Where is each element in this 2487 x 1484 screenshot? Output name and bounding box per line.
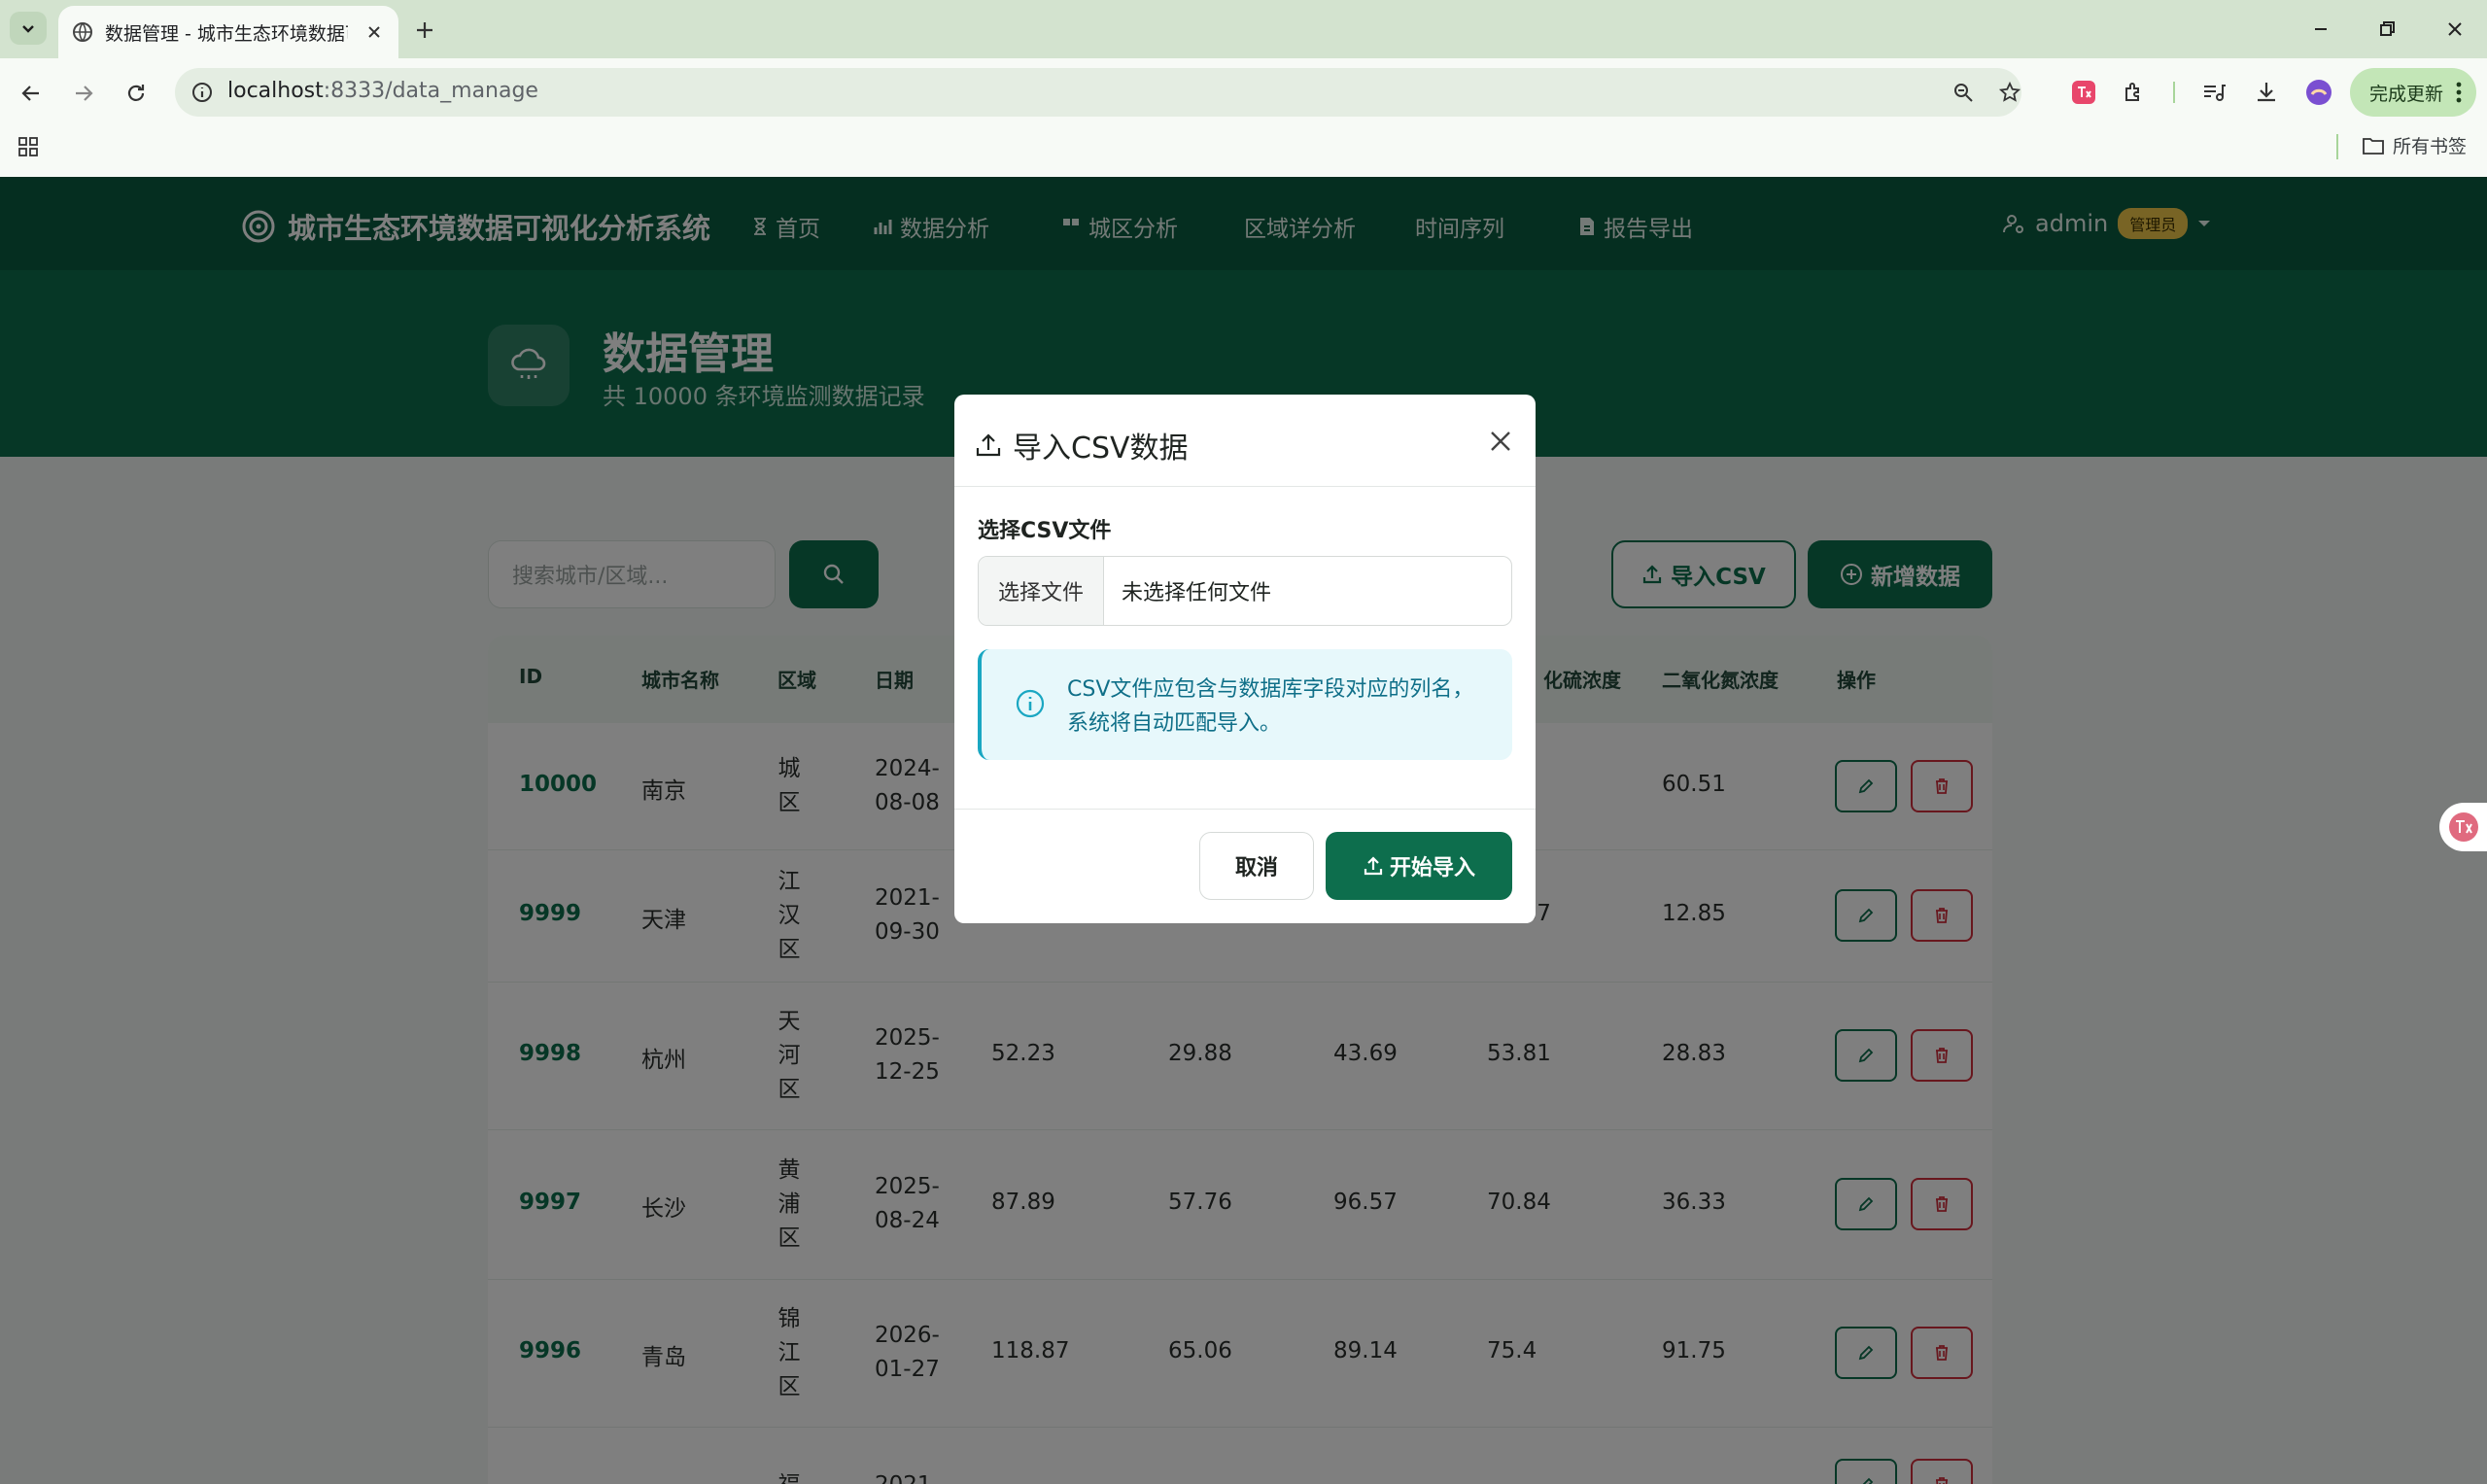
back-button[interactable]: [12, 74, 51, 113]
url-host: localhost: [227, 79, 324, 103]
chevron-down-icon: [22, 25, 34, 33]
apps-grid-icon[interactable]: [14, 132, 43, 161]
more-vert-icon: [2456, 82, 2462, 103]
import-csv-modal: 导入CSV数据 选择CSV文件 选择文件 未选择任何文件 CSV文件应包含与数据…: [954, 395, 1536, 923]
tab-title: 数据管理 - 城市生态环境数据可: [105, 22, 348, 45]
globe-icon: [73, 22, 92, 42]
profile-avatar[interactable]: [2299, 72, 2338, 113]
reload-icon: [127, 85, 145, 101]
minimize-icon: [2315, 28, 2327, 30]
zoom-icon[interactable]: [1944, 72, 1983, 113]
restore-icon: [2380, 21, 2395, 36]
extensions-puzzle-icon[interactable]: [2115, 72, 2154, 113]
folder-icon: [2363, 137, 2384, 155]
modal-close-button[interactable]: [1485, 426, 1516, 457]
info-alert-text: CSV文件应包含与数据库字段对应的列名， 系统将自动匹配导入。: [1067, 673, 1495, 741]
new-tab-button[interactable]: [408, 16, 441, 45]
choose-file-button[interactable]: 选择文件: [979, 557, 1105, 625]
modal-title: 导入CSV数据: [974, 424, 1189, 466]
upload-icon: [1364, 856, 1383, 876]
all-bookmarks-label: 所有书签: [2393, 136, 2468, 157]
plus-icon: [417, 22, 432, 38]
info-icon: [1015, 688, 1046, 719]
toolbar-divider: [2173, 82, 2175, 103]
forward-button[interactable]: [64, 74, 103, 113]
site-info-icon[interactable]: [190, 81, 214, 104]
reload-button[interactable]: [117, 74, 155, 113]
tab-search-button[interactable]: [10, 12, 47, 45]
bookmarks-divider: [2336, 134, 2338, 159]
window-minimize-button[interactable]: [2301, 14, 2340, 45]
translate-icon: [2449, 812, 2478, 842]
start-import-label: 开始导入: [1389, 856, 1475, 880]
window-restore-button[interactable]: [2367, 14, 2406, 45]
url-path: :8333/data_manage: [323, 79, 538, 103]
all-bookmarks-button[interactable]: 所有书签: [2362, 132, 2467, 158]
close-icon: [2448, 22, 2462, 36]
update-label: 完成更新: [2369, 83, 2444, 105]
tab-close-icon[interactable]: [363, 21, 385, 43]
browser-tab-active[interactable]: 数据管理 - 城市生态环境数据可: [58, 6, 398, 58]
translate-floating-button[interactable]: [2439, 803, 2487, 851]
media-controls-icon[interactable]: [2194, 72, 2233, 113]
info-line-1: CSV文件应包含与数据库字段对应的列名，: [1067, 677, 1474, 702]
url-text[interactable]: localhost:8333/data_manage: [227, 79, 538, 103]
file-field-label: 选择CSV文件: [978, 519, 1112, 543]
csv-file-input[interactable]: 选择文件 未选择任何文件: [978, 556, 1512, 626]
window-close-button[interactable]: [2435, 14, 2474, 45]
cancel-button[interactable]: 取消: [1199, 832, 1314, 900]
browser-update-button[interactable]: 完成更新: [2350, 68, 2476, 117]
modal-header: 导入CSV数据: [954, 395, 1536, 487]
info-alert: CSV文件应包含与数据库字段对应的列名， 系统将自动匹配导入。: [978, 649, 1512, 760]
download-icon[interactable]: [2247, 72, 2286, 113]
bookmark-star-icon[interactable]: [1990, 72, 2029, 113]
modal-title-text: 导入CSV数据: [1013, 431, 1189, 466]
translate-extension-icon[interactable]: [2064, 72, 2103, 113]
close-icon: [1491, 431, 1510, 451]
info-line-2: 系统将自动匹配导入。: [1067, 711, 1282, 736]
arrow-left-icon: [21, 86, 39, 101]
arrow-right-icon: [76, 86, 93, 101]
page-content: 城市生态环境数据可视化分析系统 首页 数据分析 城区分析 区域详分析 时间序列 …: [0, 177, 2487, 1484]
start-import-button[interactable]: 开始导入: [1326, 832, 1512, 900]
upload-icon: [976, 433, 1001, 457]
no-file-text: 未选择任何文件: [1122, 581, 1272, 605]
